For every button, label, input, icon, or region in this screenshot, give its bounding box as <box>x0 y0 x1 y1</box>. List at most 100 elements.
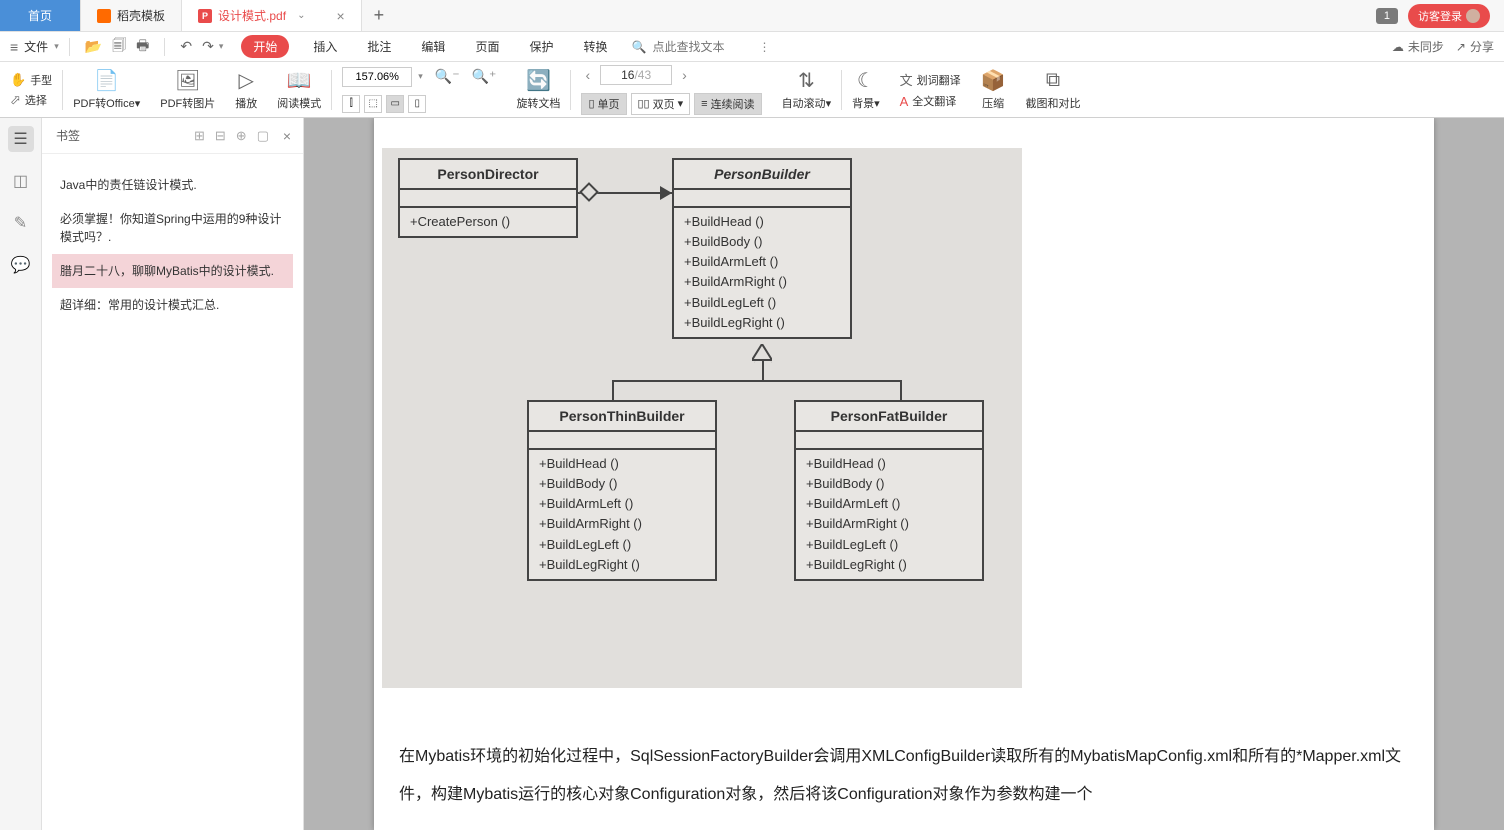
prev-page-icon[interactable]: ‹ <box>581 67 594 83</box>
file-menu[interactable]: ≡ 文件 ▾ <box>10 38 59 55</box>
login-button[interactable]: 访客登录 <box>1408 4 1490 28</box>
scroll-icon: ⇅ <box>798 69 815 93</box>
file-label: 文件 <box>24 38 48 55</box>
translate-word-icon: 文 <box>900 70 913 89</box>
tab-docshell[interactable]: 稻壳模板 <box>81 0 182 31</box>
open-icon[interactable]: 📂 <box>80 38 107 55</box>
menu-tab-page[interactable]: 页面 <box>469 35 505 58</box>
continuous-button[interactable]: ≡ 连续阅读 <box>694 93 761 115</box>
menu-tab-convert[interactable]: 转换 <box>577 35 613 58</box>
toolbar: ✋手型 ⬀选择 📄PDF转Office▾ 🖼PDF转图片 ▷播放 📖阅读模式 ▾… <box>0 62 1504 118</box>
page-indicator[interactable]: 16/43 <box>600 65 672 85</box>
tab-dropdown-icon[interactable]: ⌄ <box>297 10 305 21</box>
zoom-input[interactable] <box>342 67 412 87</box>
menu-tab-start[interactable]: 开始 <box>241 35 289 58</box>
zoom-out-icon[interactable]: 🔍⁻ <box>435 68 460 85</box>
side-strip: ☰ ◫ ✎ 💬 <box>0 118 42 830</box>
bookmark-item-active[interactable]: 腊月二十八，聊聊MyBatis中的设计模式. <box>52 254 293 288</box>
collapse-all-icon[interactable]: ⊟ <box>215 128 226 144</box>
tab-active-file[interactable]: P 设计模式.pdf ⌄ × <box>182 0 362 31</box>
tab-home[interactable]: 首页 <box>0 0 81 31</box>
total-pages: /43 <box>634 68 651 82</box>
uml-diagram: PersonDirector +CreatePerson () PersonBu… <box>382 148 1022 688</box>
search-input[interactable] <box>652 40 752 54</box>
bookmark-strip-icon[interactable]: ☰ <box>8 126 34 152</box>
search-box[interactable]: 🔍 ⋮ <box>631 40 770 54</box>
hand-tool[interactable]: ✋手型 <box>10 72 52 88</box>
share-button[interactable]: ↗ 分享 <box>1456 38 1494 55</box>
print-icon[interactable]: 🖶 <box>131 35 154 59</box>
background-button[interactable]: ☾背景▾ <box>842 69 890 111</box>
fit-height-icon[interactable]: ▯ <box>408 95 426 113</box>
cursor-icon: ⬀ <box>10 92 21 108</box>
expand-all-icon[interactable]: ⊞ <box>194 128 205 144</box>
comment-strip-icon[interactable]: 💬 <box>8 252 34 278</box>
play-button[interactable]: ▷播放 <box>225 69 267 111</box>
uml-diamond-icon <box>579 182 599 202</box>
double-page-button[interactable]: ▯▯ 双页▾ <box>631 93 691 115</box>
read-mode[interactable]: 📖阅读模式 <box>267 69 331 111</box>
rotate-doc[interactable]: 🔄旋转文档 <box>506 69 570 111</box>
bookmark-item[interactable]: Java中的责任链设计模式. <box>52 168 293 202</box>
menu-tab-protect[interactable]: 保护 <box>523 35 559 58</box>
fit-width-icon[interactable]: ⫿ <box>342 95 360 113</box>
avatar-icon <box>1466 9 1480 23</box>
attach-strip-icon[interactable]: ✎ <box>8 210 34 236</box>
tabs-bar: 首页 稻壳模板 P 设计模式.pdf ⌄ × + 1 访客登录 <box>0 0 1504 32</box>
actual-size-icon[interactable]: ▭ <box>386 95 404 113</box>
word-translate[interactable]: 文划词翻译 <box>900 70 961 89</box>
thumbnail-strip-icon[interactable]: ◫ <box>8 168 34 194</box>
menu-tab-edit[interactable]: 编辑 <box>415 35 451 58</box>
translate-full-icon: A <box>900 94 909 109</box>
document-area[interactable]: PersonDirector +CreatePerson () PersonBu… <box>304 118 1504 830</box>
pdf-to-office[interactable]: 📄PDF转Office▾ <box>63 69 150 111</box>
redo-icon[interactable]: ↷ <box>197 38 219 55</box>
search-more-icon[interactable]: ⋮ <box>758 40 770 54</box>
uml-class-thin: PersonThinBuilder +BuildHead ()+BuildBod… <box>527 400 717 581</box>
crop-compare[interactable]: ⧉截图和对比 <box>1016 69 1091 111</box>
bookmark-option-icon[interactable]: ▢ <box>257 128 269 144</box>
auto-scroll[interactable]: ⇅自动滚动▾ <box>772 69 842 111</box>
document-paragraph: 在Mybatis环境的初始化过程中，SqlSessionFactoryBuild… <box>374 688 1434 815</box>
zoom-in-icon[interactable]: 🔍⁺ <box>472 68 497 85</box>
close-panel-icon[interactable]: × <box>283 128 291 144</box>
play-icon: ▷ <box>239 69 254 93</box>
current-page: 16 <box>621 68 634 82</box>
chevron-down-icon[interactable]: ▾ <box>418 71 423 82</box>
rotate-icon: 🔄 <box>526 69 551 93</box>
tab-docshell-label: 稻壳模板 <box>117 7 165 24</box>
save-icon[interactable]: 🗐 <box>107 35 131 59</box>
close-icon[interactable]: × <box>336 8 344 24</box>
undo-icon[interactable]: ↶ <box>175 38 197 55</box>
add-bookmark-icon[interactable]: ⊕ <box>236 128 247 144</box>
compress-button[interactable]: 📦压缩 <box>971 69 1016 111</box>
pdf-to-image[interactable]: 🖼PDF转图片 <box>150 69 225 111</box>
menu-tabs: 开始 插入 批注 编辑 页面 保护 转换 <box>241 35 613 58</box>
menu-tab-insert[interactable]: 插入 <box>307 35 343 58</box>
uml-class-director: PersonDirector +CreatePerson () <box>398 158 578 238</box>
menu-tab-annotate[interactable]: 批注 <box>361 35 397 58</box>
sync-status[interactable]: ☁ 未同步 <box>1392 38 1444 55</box>
docshell-icon <box>97 9 111 23</box>
select-tool[interactable]: ⬀选择 <box>10 92 52 108</box>
fit-page-icon[interactable]: ⬚ <box>364 95 382 113</box>
bookmark-list: Java中的责任链设计模式. 必须掌握！你知道Spring中运用的9种设计模式吗… <box>42 154 303 336</box>
notification-badge[interactable]: 1 <box>1376 8 1398 24</box>
hamburger-icon: ≡ <box>10 39 18 55</box>
separator <box>164 38 165 56</box>
single-page-button[interactable]: ▯ 单页 <box>581 93 626 115</box>
bookmark-title: 书签 <box>56 127 80 144</box>
hand-icon: ✋ <box>10 72 26 88</box>
bookmark-item[interactable]: 必须掌握！你知道Spring中运用的9种设计模式吗？. <box>52 202 293 254</box>
pdf2img-icon: 🖼 <box>175 69 200 93</box>
chevron-down-icon: ▾ <box>54 41 59 52</box>
uml-class-builder: PersonBuilder +BuildHead ()+BuildBody ()… <box>672 158 852 339</box>
full-translate[interactable]: A全文翻译 <box>900 93 961 109</box>
new-tab-button[interactable]: + <box>362 0 397 31</box>
bookmark-item[interactable]: 超详细：常用的设计模式汇总. <box>52 288 293 322</box>
next-page-icon[interactable]: › <box>678 67 691 83</box>
menu-right: ☁ 未同步 ↗ 分享 <box>1392 38 1494 55</box>
cloud-icon: ☁ <box>1392 40 1404 54</box>
chevron-down-icon[interactable]: ▾ <box>219 41 224 52</box>
pdf-page: PersonDirector +CreatePerson () PersonBu… <box>374 118 1434 830</box>
